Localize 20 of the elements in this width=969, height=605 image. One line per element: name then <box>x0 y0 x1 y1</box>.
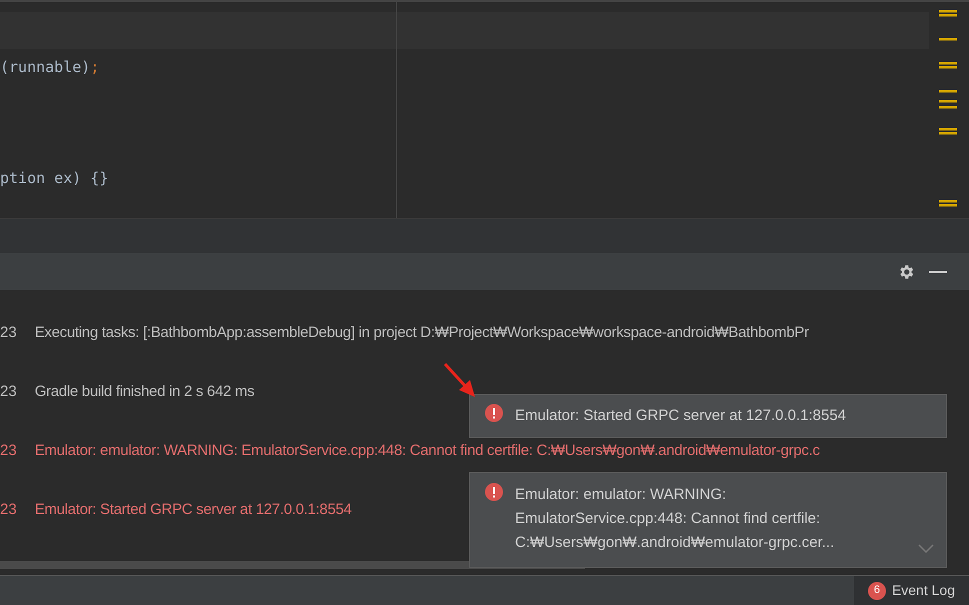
notification-text: C:₩Users₩gon₩.android₩emulator-grpc.cer... <box>515 533 834 553</box>
log-message: Gradle build finished in 2 s 642 ms <box>34 383 254 401</box>
log-time: 23 <box>0 383 17 401</box>
code-line: (runnable); <box>0 57 100 78</box>
log-time: 23 <box>0 501 17 519</box>
error-icon <box>485 483 503 501</box>
notification-count: 6 <box>868 582 886 600</box>
log-time: 23 <box>0 442 17 460</box>
code-line: ption ex) {} <box>0 168 108 190</box>
log-message: Emulator: emulator: WARNING: EmulatorService.cpp:448: Cannot find certfile: C:₩Users₩gon₩.android₩emulator-grpc.c <box>34 442 820 460</box>
event-log-button[interactable]: 6 Event Log <box>854 576 969 605</box>
notification-text: EmulatorService.cpp:448: Cannot find certfile: <box>515 509 822 529</box>
notification-text: Emulator: emulator: WARNING: <box>515 485 728 505</box>
log-message: Emulator: Started GRPC server at 127.0.0.1:8554 <box>34 501 352 519</box>
error-icon <box>485 404 503 422</box>
minimize-icon[interactable] <box>929 270 947 274</box>
notification-text: Emulator: Started GRPC server at 127.0.0.1:8554 <box>515 406 846 426</box>
log-message: Executing tasks: [:BathbombApp:assembleDebug] in project D:₩Project₩Workspace₩workspace-android₩BathbombPr <box>34 324 809 342</box>
log-time: 23 <box>0 324 17 342</box>
annotation-arrow <box>443 362 477 398</box>
